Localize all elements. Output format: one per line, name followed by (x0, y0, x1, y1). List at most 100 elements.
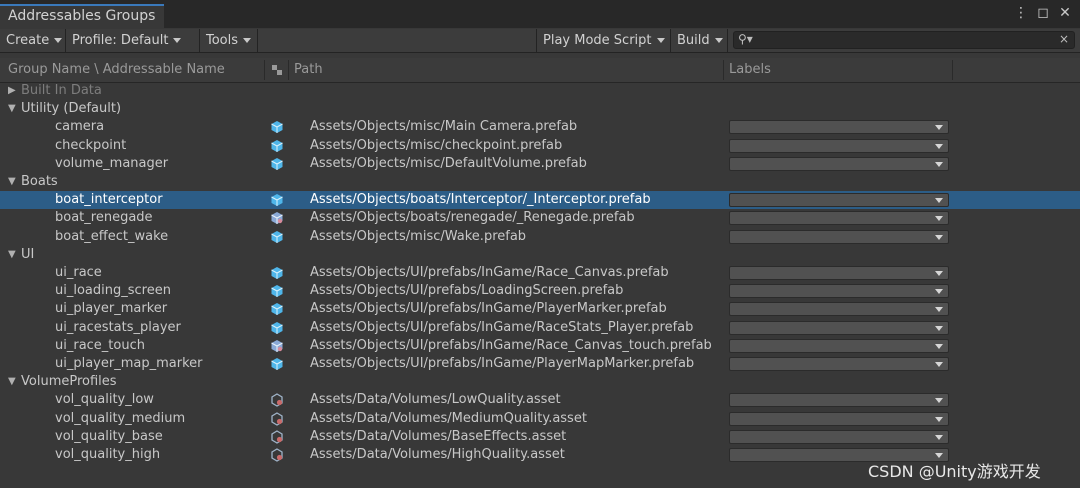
search-icon[interactable]: ⚲▾ (738, 32, 753, 46)
entry-row[interactable]: vol_quality_base Assets/Data/Volumes/Base… (0, 428, 1080, 446)
volume-asset-icon (270, 448, 284, 462)
expand-down-icon[interactable]: ▼ (8, 100, 16, 118)
entry-name: ui_loading_screen (55, 283, 171, 298)
close-icon[interactable]: ✕ (1058, 5, 1072, 21)
labels-dropdown[interactable] (729, 393, 949, 407)
entry-row[interactable]: boat_effect_wake Assets/Objects/misc/Wake… (0, 228, 1080, 246)
column-separator[interactable] (723, 60, 724, 80)
entry-path: Assets/Data/Volumes/HighQuality.asset (310, 447, 565, 462)
column-path[interactable]: Path (294, 58, 323, 82)
build-label: Build (677, 33, 710, 48)
volume-asset-icon (270, 430, 284, 444)
entry-path: Assets/Data/Volumes/LowQuality.asset (310, 392, 561, 407)
labels-dropdown[interactable] (729, 430, 949, 444)
entry-name: ui_player_marker (55, 301, 168, 316)
group-row[interactable]: ▼ Utility (Default) (0, 100, 1080, 118)
prefab-icon (270, 284, 284, 298)
entry-path: Assets/Objects/UI/prefabs/InGame/PlayerM… (310, 301, 667, 316)
labels-dropdown[interactable] (729, 357, 949, 371)
entry-row[interactable]: ui_race Assets/Objects/UI/prefabs/InGame/… (0, 264, 1080, 282)
title-bar: Addressables Groups ⋮ ◻ ✕ (0, 0, 1080, 28)
labels-dropdown[interactable] (729, 266, 949, 280)
clear-search-icon[interactable]: × (1059, 32, 1069, 46)
profile-dropdown[interactable]: Profile: Default (66, 29, 200, 52)
entry-name: ui_race (55, 265, 102, 280)
prefab-icon (270, 230, 284, 244)
entry-name: vol_quality_low (55, 392, 154, 407)
column-name[interactable]: Group Name \ Addressable Name (8, 58, 225, 82)
entry-name: boat_effect_wake (55, 229, 169, 244)
labels-dropdown[interactable] (729, 230, 949, 244)
labels-dropdown[interactable] (729, 157, 949, 171)
entry-name: ui_player_map_marker (55, 356, 203, 371)
expand-down-icon[interactable]: ▼ (8, 246, 16, 264)
labels-dropdown[interactable] (729, 412, 949, 426)
prefab-icon (270, 266, 284, 280)
watermark: CSDN @Unity游戏开发 (868, 462, 1041, 481)
entry-name: boat_renegade (55, 210, 153, 225)
entry-row[interactable]: boat_renegade Assets/Objects/boats/renega… (0, 209, 1080, 227)
entry-row[interactable]: ui_player_map_marker Assets/Objects/UI/pr… (0, 355, 1080, 373)
volume-asset-icon (270, 393, 284, 407)
group-row[interactable]: ▼ VolumeProfiles (0, 373, 1080, 391)
entry-name: boat_interceptor (55, 192, 163, 207)
maximize-icon[interactable]: ◻ (1036, 5, 1050, 21)
asset-type-icon (272, 64, 282, 75)
tab-addressables-groups[interactable]: Addressables Groups (0, 4, 164, 28)
labels-dropdown[interactable] (729, 339, 949, 353)
entry-path: Assets/Data/Volumes/BaseEffects.asset (310, 429, 567, 444)
labels-dropdown[interactable] (729, 284, 949, 298)
prefab-icon (270, 157, 284, 171)
column-separator[interactable] (288, 60, 289, 80)
entry-path: Assets/Objects/UI/prefabs/InGame/RaceSta… (310, 320, 694, 335)
entry-row[interactable]: vol_quality_medium Assets/Data/Volumes/Me… (0, 410, 1080, 428)
entry-name: camera (55, 119, 105, 134)
entry-row[interactable]: ui_racestats_player Assets/Objects/UI/pre… (0, 319, 1080, 337)
entry-row[interactable]: checkpoint Assets/Objects/misc/checkpoint… (0, 137, 1080, 155)
column-separator[interactable] (264, 60, 265, 80)
expand-right-icon[interactable]: ▶ (8, 82, 16, 100)
entry-path: Assets/Objects/boats/Interceptor/_Interc… (310, 192, 651, 207)
create-label: Create (6, 33, 50, 48)
group-row[interactable]: ▼ UI (0, 246, 1080, 264)
search-input[interactable]: ⚲▾ × (733, 31, 1075, 49)
labels-dropdown[interactable] (729, 302, 949, 316)
entry-path: Assets/Objects/misc/DefaultVolume.prefab (310, 156, 587, 171)
expand-down-icon[interactable]: ▼ (8, 173, 16, 191)
play-mode-script-dropdown[interactable]: Play Mode Script (536, 29, 671, 52)
labels-dropdown[interactable] (729, 120, 949, 134)
column-type-icon[interactable] (270, 58, 284, 82)
build-dropdown[interactable]: Build (671, 29, 728, 52)
entry-row[interactable]: ui_loading_screen Assets/Objects/UI/prefa… (0, 282, 1080, 300)
prefab-icon (270, 120, 284, 134)
labels-dropdown[interactable] (729, 321, 949, 335)
more-icon[interactable]: ⋮ (1014, 5, 1028, 21)
entry-path: Assets/Objects/misc/Main Camera.prefab (310, 119, 578, 134)
entry-path: Assets/Objects/UI/prefabs/InGame/Race_Ca… (310, 265, 669, 280)
labels-dropdown[interactable] (729, 193, 949, 207)
labels-dropdown[interactable] (729, 139, 949, 153)
entry-row[interactable]: boat_interceptor Assets/Objects/boats/Int… (0, 191, 1080, 209)
prefab-icon (270, 321, 284, 335)
entry-path: Assets/Objects/misc/Wake.prefab (310, 229, 527, 244)
entry-row[interactable]: vol_quality_low Assets/Data/Volumes/LowQu… (0, 391, 1080, 409)
entry-row[interactable]: camera Assets/Objects/misc/Main Camera.pr… (0, 118, 1080, 136)
entry-row[interactable]: ui_race_touch Assets/Objects/UI/prefabs/I… (0, 337, 1080, 355)
entry-row[interactable]: ui_player_marker Assets/Objects/UI/prefab… (0, 300, 1080, 318)
expand-down-icon[interactable]: ▼ (8, 373, 16, 391)
entry-path: Assets/Objects/UI/prefabs/InGame/PlayerM… (310, 356, 695, 371)
profile-label: Profile: Default (72, 33, 169, 48)
group-row[interactable]: ▼ Boats (0, 173, 1080, 191)
group-row[interactable]: ▶ Built In Data (0, 82, 1080, 100)
labels-dropdown[interactable] (729, 211, 949, 225)
tools-dropdown[interactable]: Tools (200, 29, 258, 52)
group-label: UI (21, 247, 35, 262)
column-labels[interactable]: Labels (729, 58, 771, 82)
group-label: Built In Data (21, 83, 102, 98)
prefab-variant-icon (270, 339, 284, 353)
entry-row[interactable]: volume_manager Assets/Objects/misc/Defaul… (0, 155, 1080, 173)
entry-path: Assets/Objects/UI/prefabs/InGame/Race_Ca… (310, 338, 712, 353)
column-separator[interactable] (952, 60, 953, 80)
create-dropdown[interactable]: Create (0, 29, 66, 52)
entry-path: Assets/Objects/boats/renegade/_Renegade.… (310, 210, 635, 225)
